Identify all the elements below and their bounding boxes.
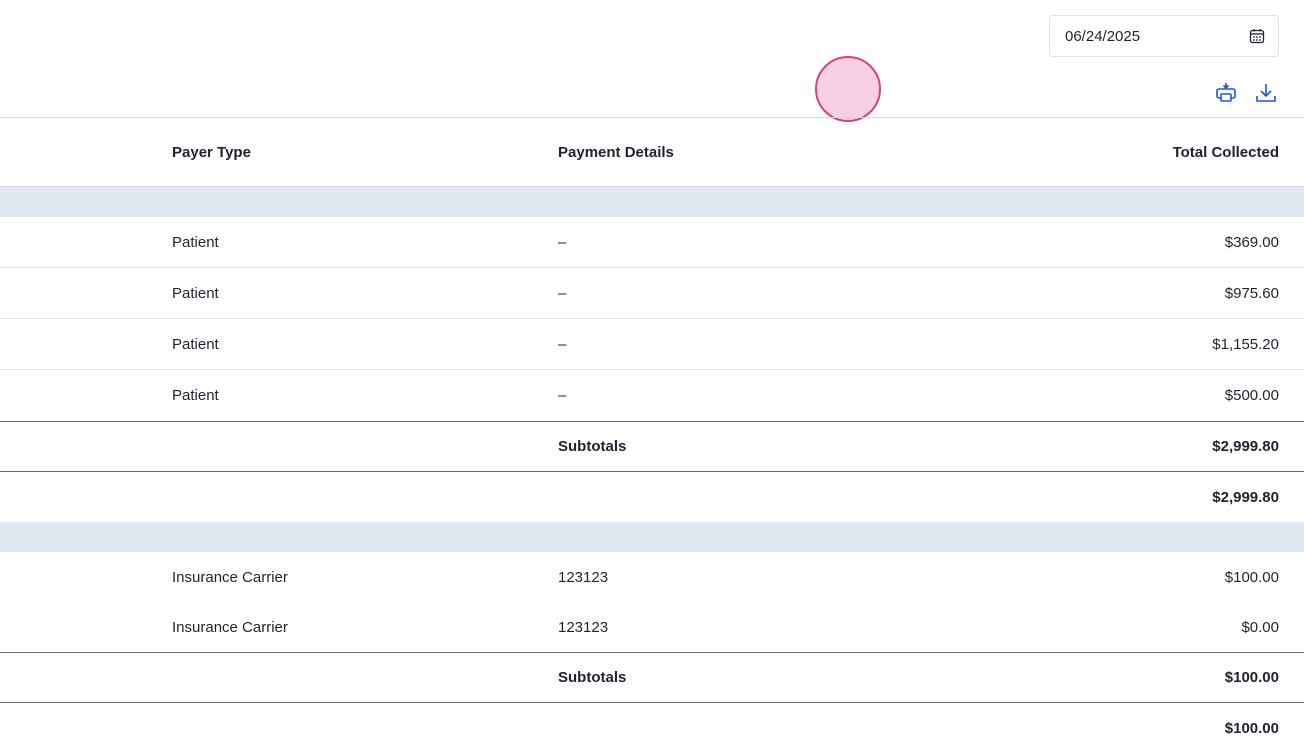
total-collected-cell: $100.00 [1224,568,1279,586]
table-row[interactable]: Insurance Carrier 123123 $100.00 [0,552,1304,602]
table-row[interactable]: Patient – $1,155.20 [0,319,1304,370]
table-row[interactable]: Patient – $369.00 [0,217,1304,268]
total-collected-cell: $1,155.20 [1212,335,1279,353]
total-collected-cell: $500.00 [1224,387,1279,404]
group-total-row: $2,999.80 [0,472,1304,522]
payment-details-cell: 123123 [558,618,609,636]
print-button[interactable] [1213,82,1239,108]
group-total-value: $100.00 [1224,719,1279,737]
header-payer-type[interactable]: Payer Type [172,144,251,161]
payment-details-cell: – [558,387,567,404]
payment-details-cell: – [558,335,567,353]
group-total-value: $2,999.80 [1212,488,1279,506]
calendar-icon[interactable] [1248,27,1266,45]
payer-type-cell: Patient [172,233,219,251]
table-row[interactable]: Patient – $975.60 [0,268,1304,319]
subtotal-row: Subtotals $2,999.80 [0,421,1304,472]
subtotal-row: Subtotals $100.00 [0,652,1304,703]
subtotal-label: Subtotals [558,669,627,686]
payment-details-cell: – [558,233,567,251]
payer-type-cell: Insurance Carrier [172,618,288,636]
total-collected-cell: $975.60 [1224,284,1279,302]
subtotal-value: $100.00 [1224,669,1279,686]
group-band [0,187,1304,217]
download-icon [1254,81,1278,110]
payer-type-cell: Insurance Carrier [172,568,288,586]
payer-type-cell: Patient [172,387,219,404]
header-payment-details[interactable]: Payment Details [558,144,674,161]
collections-table: Payer Type Payment Details Total Collect… [0,117,1304,737]
printer-icon [1214,81,1238,110]
subtotal-label: Subtotals [558,438,627,455]
table-header: Payer Type Payment Details Total Collect… [0,117,1304,187]
report-page: 06/24/2025 Payer Type Payment Details To… [0,0,1304,737]
payer-type-cell: Patient [172,284,219,302]
group-band [0,522,1304,552]
total-collected-cell: $0.00 [1241,618,1279,636]
total-collected-cell: $369.00 [1224,233,1279,251]
payment-details-cell: – [558,284,567,302]
download-button[interactable] [1253,82,1279,108]
payment-details-cell: 123123 [558,568,609,586]
group-total-row: $100.00 [0,703,1304,737]
header-total-collected[interactable]: Total Collected [1173,144,1279,161]
table-row[interactable]: Insurance Carrier 123123 $0.00 [0,602,1304,652]
subtotal-value: $2,999.80 [1212,438,1279,455]
click-indicator [815,56,881,122]
date-value: 06/24/2025 [1065,27,1141,45]
date-picker[interactable]: 06/24/2025 [1049,15,1279,57]
payer-type-cell: Patient [172,335,219,353]
table-row[interactable]: Patient – $500.00 [0,370,1304,421]
